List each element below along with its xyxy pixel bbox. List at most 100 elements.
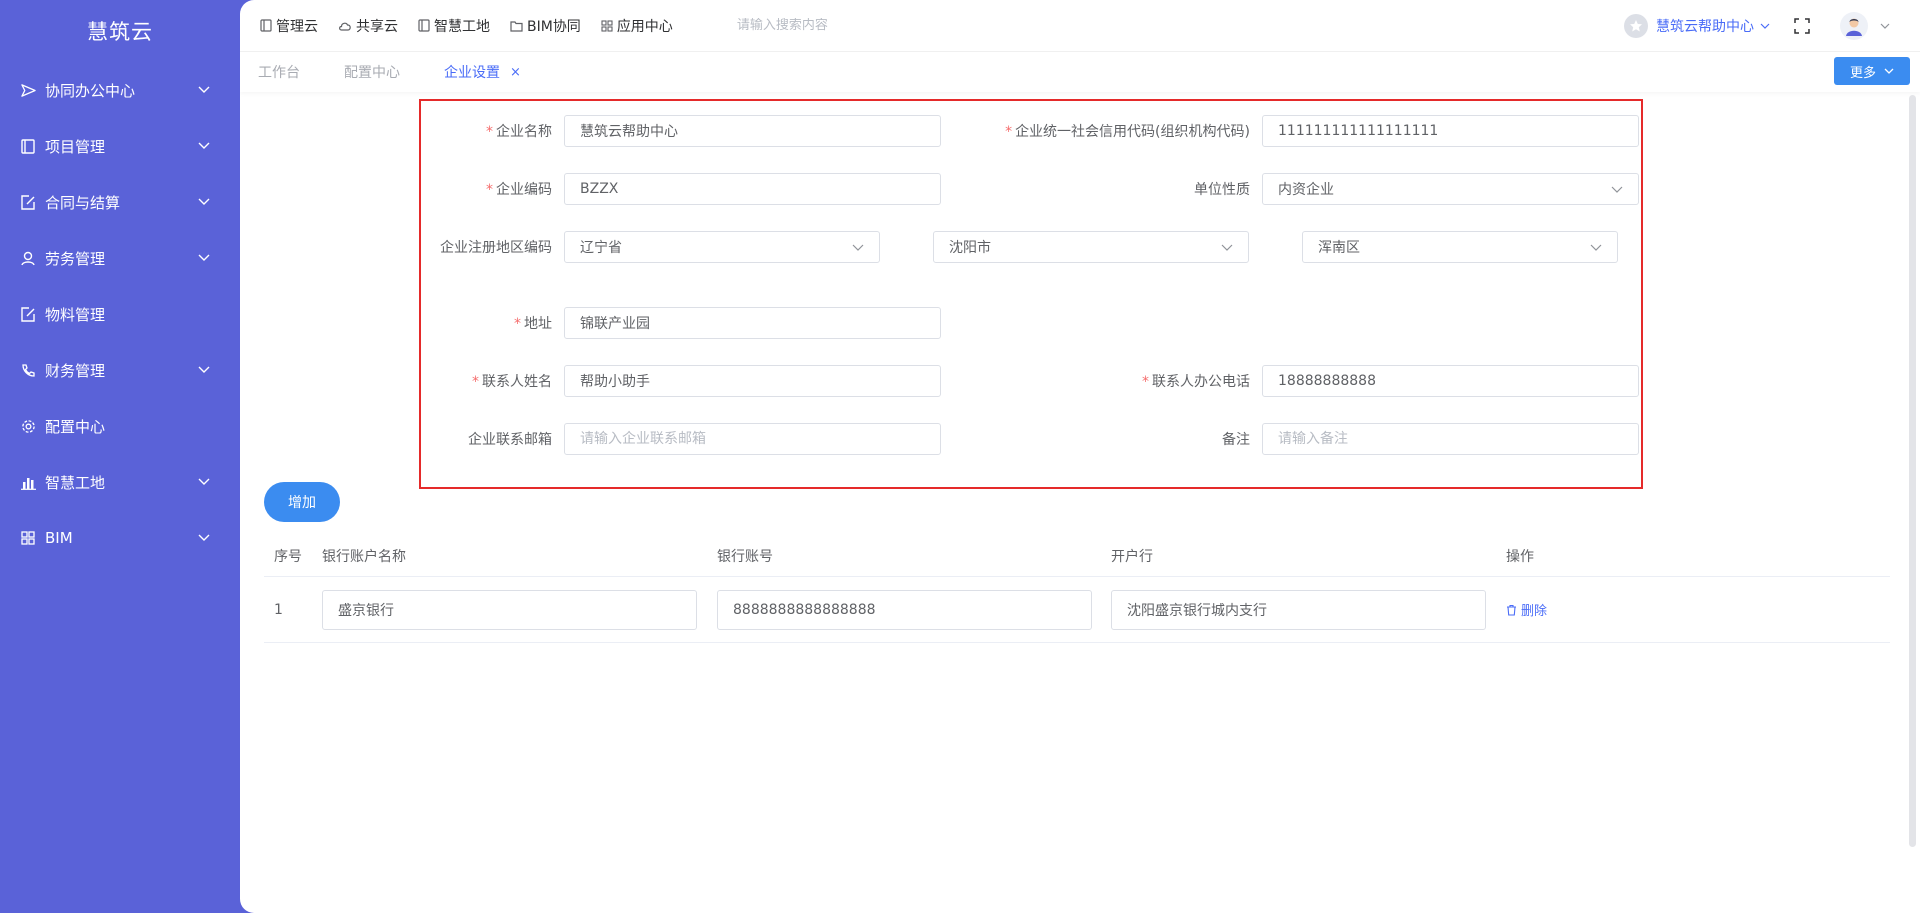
vertical-scrollbar[interactable] [1909, 95, 1916, 847]
sidebar-item-config[interactable]: 配置中心 [0, 398, 240, 454]
grid-icon [20, 530, 36, 546]
district-select[interactable]: 浑南区 [1302, 231, 1618, 263]
sidebar-item-label: 智慧工地 [45, 473, 106, 492]
form-row-contact-name: * 联系人姓名 [421, 365, 941, 397]
sidebar-item-collab-office[interactable]: 协同办公中心 [0, 62, 240, 118]
fullscreen-icon[interactable] [1794, 18, 1810, 34]
chevron-down-icon [1884, 68, 1894, 74]
city-value: 沈阳市 [949, 240, 991, 256]
form-row-company-code: * 企业编码 [421, 173, 941, 205]
chevron-down-icon [198, 140, 210, 152]
sidebar-item-contract[interactable]: 合同与结算 [0, 174, 240, 230]
sidebar-item-labor[interactable]: 劳务管理 [0, 230, 240, 286]
contact-name-label: * 联系人姓名 [472, 374, 552, 390]
account-name-field[interactable] [322, 589, 697, 630]
table-header: 序号 银行账户名称 银行账号 开户行 操作 [264, 535, 1890, 577]
tab-config-center[interactable]: 配置中心 [344, 62, 400, 82]
topnav-item-share-cloud[interactable]: 共享云 [338, 16, 398, 36]
main-panel: 管理云 共享云 智慧工地 BIM协同 应用中心 慧筑云帮助中心 [240, 0, 1920, 913]
column-header-account-no: 银行账号 [717, 548, 773, 565]
company-code-field[interactable] [564, 173, 941, 205]
credit-code-label: * 企业统一社会信用代码(组织机构代码) [1005, 124, 1250, 140]
avatar[interactable] [1840, 12, 1868, 40]
sidebar-item-material[interactable]: 物料管理 [0, 286, 240, 342]
sidebar-item-finance[interactable]: 财务管理 [0, 342, 240, 398]
delete-label: 删除 [1521, 604, 1548, 619]
credit-code-field[interactable] [1262, 115, 1639, 147]
form-row-contact-phone: * 联系人办公电话 [965, 365, 1639, 397]
form-row-remark: 备注 [965, 423, 1639, 455]
doc-icon [260, 19, 272, 32]
sidebar-item-label: 项目管理 [45, 137, 106, 156]
topnav-item-label: 应用中心 [616, 18, 673, 35]
company-name-field[interactable] [564, 115, 941, 147]
required-mark: * [472, 374, 479, 390]
company-name-label: 慧筑云帮助中心 [1656, 19, 1754, 35]
column-header-account-name: 银行账户名称 [322, 548, 406, 565]
tab-workbench[interactable]: 工作台 [258, 62, 300, 82]
topnav-item-smart-site[interactable]: 智慧工地 [418, 16, 490, 36]
topnav-item-label: 管理云 [276, 18, 318, 35]
province-select[interactable]: 辽宁省 [564, 231, 880, 263]
account-no-field[interactable] [717, 589, 1092, 630]
row-index: 1 [274, 601, 283, 618]
gear-icon [20, 418, 36, 434]
form-row-company-name: * 企业名称 [421, 115, 941, 147]
required-mark: * [486, 124, 493, 140]
grid-icon [601, 19, 613, 32]
close-icon[interactable]: × [510, 65, 521, 80]
sidebar-item-label: 协同办公中心 [45, 81, 136, 100]
table-row: 1 删除 [264, 577, 1890, 643]
sidebar-item-label: 劳务管理 [45, 249, 106, 268]
form-row-credit-code: * 企业统一社会信用代码(组织机构代码) [965, 115, 1639, 147]
topnav-item-management-cloud[interactable]: 管理云 [260, 16, 318, 36]
bank-branch-field[interactable] [1111, 589, 1486, 630]
doc-icon [418, 19, 430, 32]
company-switcher[interactable]: 慧筑云帮助中心 [1624, 14, 1770, 38]
delete-row-button[interactable]: 删除 [1506, 600, 1890, 619]
contact-name-field[interactable] [564, 365, 941, 397]
more-label: 更多 [1849, 65, 1876, 81]
company-avatar-icon [1624, 14, 1648, 38]
tab-company-settings[interactable]: 企业设置 × [444, 62, 521, 82]
unit-nature-select[interactable]: 内资企业 [1262, 173, 1639, 205]
address-field[interactable] [564, 307, 941, 339]
city-select[interactable]: 沈阳市 [933, 231, 1249, 263]
remark-label: 备注 [1222, 432, 1250, 448]
column-header-action: 操作 [1506, 548, 1534, 565]
chevron-down-icon [1221, 244, 1233, 251]
edit-doc-icon [20, 306, 36, 322]
app-logo: 慧筑云 [87, 20, 153, 44]
topnav-item-label: 智慧工地 [434, 18, 490, 35]
bank-accounts-table: 序号 银行账户名称 银行账号 开户行 操作 1 删除 [264, 535, 1890, 643]
add-bank-account-button[interactable]: 增加 [264, 482, 340, 522]
chevron-down-icon [852, 244, 864, 251]
tab-label: 工作台 [258, 65, 300, 81]
remark-field[interactable] [1262, 423, 1639, 455]
sidebar-item-project[interactable]: 项目管理 [0, 118, 240, 174]
chevron-down-icon [198, 476, 210, 488]
company-info-form: *企业名称 *企业统一社会信用代码(组织机构代码) *企业编码 单位性质 内资企… [419, 99, 1643, 489]
bar-chart-icon [20, 474, 36, 490]
sidebar-item-smart-site[interactable]: 智慧工地 [0, 454, 240, 510]
edit-doc-icon [20, 194, 36, 210]
topnav-item-app-center[interactable]: 应用中心 [601, 16, 673, 36]
more-button[interactable]: 更多 [1834, 57, 1910, 85]
email-field[interactable] [564, 423, 941, 455]
contact-phone-field[interactable] [1262, 365, 1639, 397]
form-row-unit-nature: 单位性质 内资企业 [965, 173, 1639, 205]
sidebar-item-bim[interactable]: BIM [0, 510, 240, 566]
chevron-down-icon [198, 252, 210, 264]
topnav-item-bim[interactable]: BIM协同 [510, 16, 581, 36]
send-icon [20, 82, 36, 98]
tab-label: 配置中心 [344, 65, 400, 81]
form-row-email: 企业联系邮箱 [421, 423, 941, 455]
search-input[interactable] [736, 18, 997, 33]
phone-icon [20, 362, 36, 378]
company-name-label: * 企业名称 [486, 124, 552, 140]
chevron-down-icon[interactable] [1880, 23, 1890, 29]
chevron-down-icon [198, 532, 210, 544]
district-value: 浑南区 [1318, 240, 1360, 256]
region-label: 企业注册地区编码 [440, 240, 552, 256]
province-value: 辽宁省 [580, 240, 622, 256]
